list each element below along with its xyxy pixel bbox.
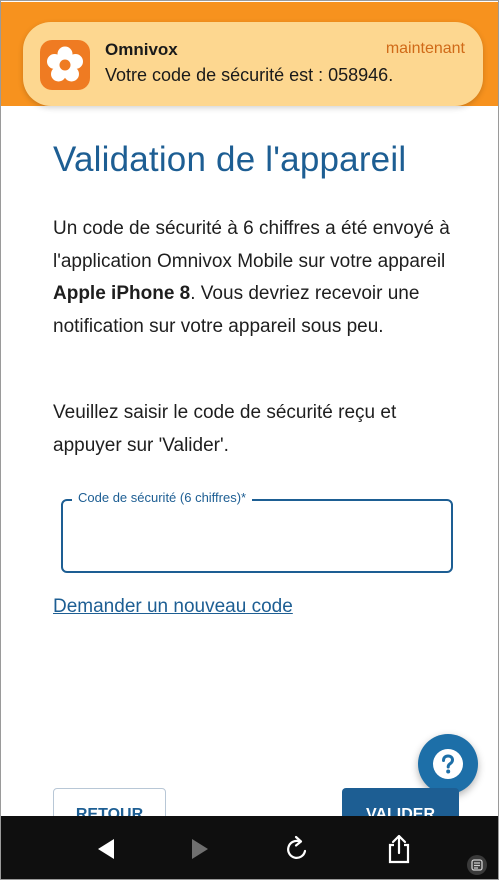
reload-icon[interactable] [282, 834, 312, 864]
share-icon[interactable] [384, 834, 414, 864]
security-code-input[interactable] [64, 512, 450, 568]
notification-app-name: Omnivox [105, 40, 178, 59]
device-name: Apple iPhone 8 [53, 283, 191, 305]
browser-toolbar [0, 816, 499, 880]
instructions-paragraph: Un code de sécurité à 6 chiffres a été e… [53, 213, 463, 343]
notification-message: Votre code de sécurité est : 058946. [105, 65, 394, 85]
push-notification[interactable]: Omnivox maintenant Votre code de sécurit… [23, 22, 483, 106]
back-arrow-icon[interactable] [92, 834, 122, 864]
enter-code-paragraph: Veuillez saisir le code de sécurité reçu… [53, 402, 397, 456]
omnivox-flower-icon [40, 40, 90, 90]
request-new-code-link[interactable]: Demander un nouveau code [53, 596, 293, 618]
instructions-text-start: Un code de sécurité à 6 chiffres a été e… [53, 218, 450, 272]
notification-time: maintenant [385, 40, 465, 57]
forward-arrow-icon[interactable] [184, 834, 214, 864]
page-title: Validation de l'appareil [53, 140, 407, 179]
help-button[interactable] [418, 734, 478, 794]
reader-icon[interactable] [466, 854, 488, 876]
help-question-icon [433, 749, 463, 779]
security-code-label: Code de sécurité (6 chiffres)* [72, 490, 253, 505]
